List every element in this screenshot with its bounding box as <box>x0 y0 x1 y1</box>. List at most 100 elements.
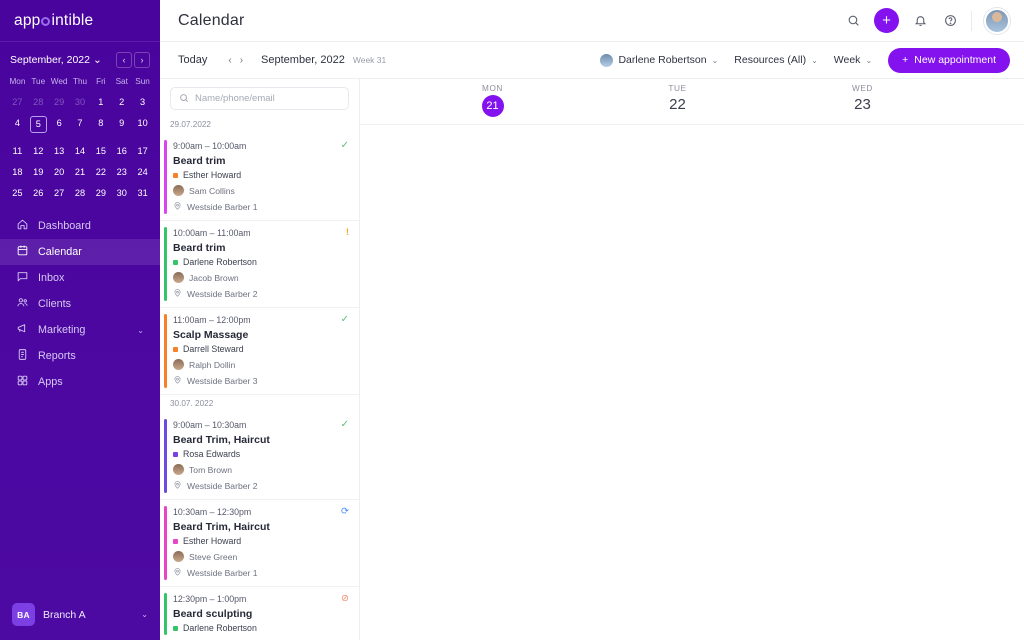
sidebar-item-apps[interactable]: Apps <box>0 369 160 395</box>
mini-calendar-day[interactable]: 8 <box>90 112 111 140</box>
mini-calendar-day[interactable]: 30 <box>111 182 132 203</box>
sidebar-item-reports[interactable]: Reports <box>0 343 160 369</box>
mini-calendar-day[interactable]: 5 <box>28 112 49 140</box>
mini-calendar-day[interactable]: 21 <box>70 161 91 182</box>
mini-calendar-day[interactable]: 4 <box>7 112 28 140</box>
mini-calendar-day[interactable]: 13 <box>49 140 70 161</box>
branch-initials: BA <box>12 603 35 626</box>
mini-calendar-day[interactable]: 18 <box>7 161 28 182</box>
appointment-title: Beard sculpting <box>173 608 253 620</box>
mini-calendar-day[interactable]: 27 <box>7 91 28 112</box>
clients-icon <box>16 296 29 312</box>
bell-icon[interactable] <box>911 12 929 30</box>
today-button[interactable]: Today <box>178 54 207 66</box>
avatar[interactable] <box>984 7 1010 34</box>
appointment-list-item[interactable]: 9:00am – 10:00am ✓ Beard trim Esther Howard… <box>160 134 359 221</box>
calendar-day-header[interactable]: TUE 22 <box>585 79 770 124</box>
mini-calendar-day[interactable]: 31 <box>132 182 153 203</box>
sidebar-item-calendar[interactable]: Calendar <box>0 239 160 265</box>
mini-calendar-day[interactable]: 25 <box>7 182 28 203</box>
sidebar-item-label: Apps <box>38 376 63 388</box>
mini-calendar-day[interactable]: 23 <box>111 161 132 182</box>
mini-calendar-day[interactable]: 24 <box>132 161 153 182</box>
appointment-time: 11:00am – 12:00pm <box>173 315 251 325</box>
mini-calendar-day[interactable]: 2 <box>111 91 132 112</box>
mini-calendar-day[interactable]: 3 <box>132 91 153 112</box>
sidebar-item-dashboard[interactable]: Dashboard <box>0 213 160 239</box>
mini-calendar-day[interactable]: 20 <box>49 161 70 182</box>
calendar-day-header[interactable]: MON 21 <box>400 79 585 124</box>
toolbar-filters: Darlene Robertson ⌄ Resources (All) ⌄ We… <box>600 47 1010 73</box>
reports-icon <box>16 348 29 364</box>
appointment-location: Westside Barber 1 <box>187 567 258 578</box>
calendar-day-name: WED <box>852 84 873 93</box>
mini-calendar-day[interactable]: 28 <box>70 182 91 203</box>
mini-calendar-day[interactable]: 19 <box>28 161 49 182</box>
branch-selector[interactable]: BA Branch A ⌄ <box>0 593 160 640</box>
sidebar: app intible September, 2022 ⌄ ‹ › Mon Tue W… <box>0 0 160 640</box>
appointment-list-item[interactable]: 12:30pm – 1:00pm ⊘ Beard sculpting Darlene … <box>160 587 359 640</box>
mini-calendar-day[interactable]: 15 <box>90 140 111 161</box>
appointment-list-item[interactable]: 10:30am – 12:30pm ⟳ Beard Trim, Haircut Est… <box>160 500 359 587</box>
chevron-down-icon: ⌄ <box>137 325 144 335</box>
search-box[interactable] <box>170 87 349 110</box>
current-month-label: September, 2022 <box>261 54 345 66</box>
help-icon[interactable] <box>941 12 959 30</box>
mini-calendar-day[interactable]: 11 <box>7 140 28 161</box>
mini-calendar-day[interactable]: 26 <box>28 182 49 203</box>
mini-calendar-day[interactable]: 1 <box>90 91 111 112</box>
mini-calendar-week: 18 19 20 21 22 23 24 <box>7 161 153 182</box>
main-area: Calendar + Today ‹ › September, 2022 Wee… <box>160 0 1024 640</box>
mini-calendar-day[interactable]: 22 <box>90 161 111 182</box>
mini-calendar-next-button[interactable]: › <box>134 52 150 68</box>
mini-calendar-day[interactable]: 6 <box>49 112 70 140</box>
new-appointment-button[interactable]: + New appointment <box>888 47 1010 73</box>
sidebar-item-label: Clients <box>38 298 72 310</box>
appointment-list-item[interactable]: 10:00am – 11:00am! Beard trim Darlene Robe… <box>160 221 359 308</box>
sidebar-item-marketing[interactable]: Marketing ⌄ <box>0 317 160 343</box>
mini-calendar-day[interactable]: 12 <box>28 140 49 161</box>
staff-color-dot <box>173 259 178 265</box>
client-avatar <box>173 359 184 370</box>
sidebar-item-label: Marketing <box>38 324 86 336</box>
mini-calendar-day[interactable]: 16 <box>111 140 132 161</box>
mini-calendar-month-selector[interactable]: September, 2022 ⌄ <box>10 54 102 66</box>
content-body: 29.07.2022 9:00am – 10:00am ✓ Beard trim Est… <box>160 79 1024 640</box>
staff-filter[interactable]: Darlene Robertson ⌄ <box>600 53 718 67</box>
mini-calendar-day[interactable]: 30 <box>70 91 91 112</box>
appointment-date-label: 29.07.2022 <box>170 120 211 129</box>
sidebar-item-inbox[interactable]: Inbox <box>0 265 160 291</box>
appointment-staff: Rosa Edwards <box>183 449 241 459</box>
mini-calendar-day[interactable]: 29 <box>49 91 70 112</box>
next-week-button[interactable]: › <box>240 55 243 66</box>
calendar-day-number: 21 <box>481 95 504 117</box>
mini-calendar-day[interactable]: 14 <box>70 140 91 161</box>
appointment-staff: Darlene Robertson <box>183 623 257 633</box>
mini-calendar-day[interactable]: 9 <box>111 112 132 140</box>
search-icon[interactable] <box>844 12 862 30</box>
mini-calendar-day[interactable]: 29 <box>90 182 111 203</box>
sidebar-item-label: Calendar <box>38 246 82 258</box>
resources-filter[interactable]: Resources (All) ⌄ <box>734 54 817 66</box>
mini-calendar-dow: Wed <box>50 77 68 86</box>
mini-calendar-day[interactable]: 28 <box>28 91 49 112</box>
status-check-icon: ✓ <box>340 140 349 151</box>
calendar-day-header[interactable]: THU 24 <box>955 79 1024 124</box>
mini-calendar-prev-button[interactable]: ‹ <box>116 52 132 68</box>
mini-calendar-day[interactable]: 7 <box>70 112 91 140</box>
view-filter[interactable]: Week ⌄ <box>834 54 872 66</box>
mini-calendar-day[interactable]: 27 <box>49 182 70 203</box>
appointment-list-item[interactable]: 11:00am – 12:00pm ✓ Scalp Massage Darrell S… <box>160 308 359 395</box>
prev-week-button[interactable]: ‹ <box>228 55 231 66</box>
search-input[interactable] <box>195 93 340 104</box>
mini-calendar-day[interactable]: 10 <box>132 112 153 140</box>
appointment-location: Westside Barber 2 <box>187 480 258 491</box>
chevron-down-icon: ⌄ <box>865 55 873 65</box>
plus-icon[interactable]: + <box>874 8 899 33</box>
logo[interactable]: app intible <box>0 0 160 42</box>
logo-text-part2: intible <box>51 11 94 29</box>
mini-calendar-day[interactable]: 17 <box>132 140 153 161</box>
sidebar-item-clients[interactable]: Clients <box>0 291 160 317</box>
appointment-list-item[interactable]: 9:00am – 10:30am ✓ Beard Trim, Haircut Rosa… <box>160 413 359 500</box>
calendar-day-header[interactable]: WED 23 <box>770 79 955 124</box>
